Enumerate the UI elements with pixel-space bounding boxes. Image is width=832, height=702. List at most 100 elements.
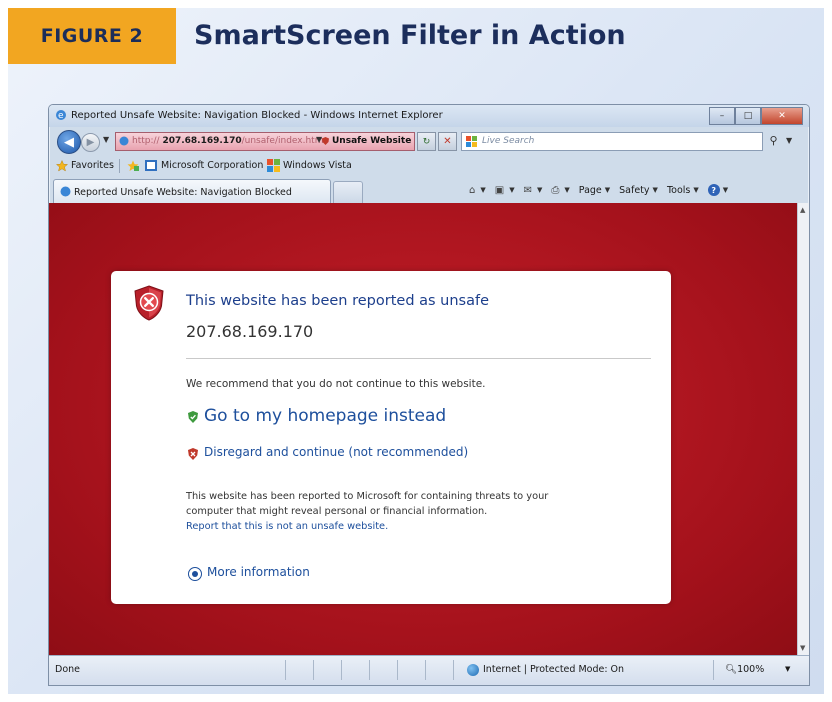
tab-row: Reported Unsafe Website: Navigation Bloc…	[49, 177, 809, 204]
minimize-button[interactable]: –	[709, 107, 735, 125]
tab-active[interactable]: Reported Unsafe Website: Navigation Bloc…	[53, 179, 331, 204]
page-menu[interactable]: Page	[579, 185, 602, 196]
command-bar: ⌂ ▼ ▣ ▼ ✉ ▼ ⎙ ▼ Page ▼ Safety ▼ Tools ▼ ? ▼	[469, 184, 737, 196]
page-menu-arrow: ▼	[604, 186, 611, 194]
more-information-link[interactable]: More information	[207, 565, 310, 579]
close-button[interactable]: ✕	[761, 107, 803, 125]
warning-description: This website has been reported to Micros…	[186, 489, 656, 534]
add-favorite-icon[interactable]	[127, 160, 139, 172]
search-input[interactable]: Live Search	[461, 132, 763, 151]
address-toolbar: ◀ ▶ ▼ http:// 207.68.169.170/unsafe/inde…	[49, 127, 809, 155]
window-titlebar: e Reported Unsafe Website: Navigation Bl…	[49, 105, 809, 127]
zoom-level[interactable]: 🔍︎100%	[725, 664, 764, 675]
status-bar: Done Internet | Protected Mode: On 🔍︎100…	[49, 655, 809, 685]
zoom-value: 100%	[737, 664, 765, 675]
print-dropdown[interactable]: ▼	[564, 186, 569, 194]
favorite-link-windows-vista[interactable]: Windows Vista	[283, 160, 352, 171]
description-line: computer that might reveal personal or f…	[186, 506, 488, 517]
status-divider	[453, 660, 454, 680]
url-path: /unsafe/index.htm	[241, 136, 324, 146]
live-search-icon	[466, 136, 477, 147]
forward-arrow-icon: ▶	[86, 137, 95, 148]
figure-panel: FIGURE 2 SmartScreen Filter in Action e …	[8, 8, 824, 694]
status-divider	[369, 660, 370, 680]
green-shield-icon	[188, 411, 198, 423]
feeds-icon[interactable]: ▣	[495, 185, 504, 196]
unsafe-shield-icon	[322, 137, 329, 145]
msn-icon	[145, 160, 157, 171]
internet-zone-icon	[467, 664, 479, 676]
tools-menu[interactable]: Tools	[667, 185, 690, 196]
tools-menu-arrow: ▼	[693, 186, 699, 194]
ie-page-icon	[60, 186, 71, 197]
refresh-button[interactable]: ↻	[417, 132, 436, 151]
mail-icon[interactable]: ✉	[524, 185, 532, 196]
status-divider	[425, 660, 426, 680]
help-dropdown[interactable]: ▼	[723, 186, 728, 194]
status-divider	[341, 660, 342, 680]
status-divider	[285, 660, 286, 680]
refresh-icon: ↻	[422, 136, 431, 147]
search-icon: ⚲	[769, 134, 778, 147]
url-prefix: http://	[132, 136, 160, 146]
zoom-dropdown[interactable]: ▼	[785, 665, 790, 673]
print-icon[interactable]: ⎙	[551, 185, 559, 196]
shield-error-icon	[134, 285, 164, 321]
page-icon	[119, 136, 129, 146]
stop-button[interactable]: ✕	[438, 132, 457, 151]
scroll-up-icon[interactable]: ▲	[800, 206, 805, 214]
figure-badge: FIGURE 2	[8, 8, 176, 64]
safety-menu-arrow: ▼	[652, 186, 658, 194]
search-options-dropdown[interactable]: ▼	[786, 136, 792, 145]
status-divider	[713, 660, 714, 680]
favorites-bar: Favorites Microsoft Corporation Windows …	[49, 155, 809, 177]
search-placeholder: Live Search	[482, 136, 535, 146]
svg-text:e: e	[58, 111, 64, 121]
blocked-address: 207.68.169.170	[186, 322, 314, 341]
tab-active-label: Reported Unsafe Website: Navigation Bloc…	[74, 187, 292, 198]
favorites-star-icon	[56, 160, 68, 172]
zoom-icon: 🔍︎	[725, 664, 738, 675]
favorites-button[interactable]: Favorites	[71, 160, 114, 171]
back-arrow-icon: ◀	[64, 134, 74, 150]
recommendation-text: We recommend that you do not continue to…	[186, 378, 486, 390]
safety-menu[interactable]: Safety	[619, 185, 649, 196]
home-icon[interactable]: ⌂	[469, 185, 475, 196]
feeds-dropdown[interactable]: ▼	[509, 186, 514, 194]
report-not-unsafe-link[interactable]: Report that this is not an unsafe websit…	[186, 519, 656, 534]
scroll-down-icon[interactable]: ▼	[800, 644, 805, 652]
back-button[interactable]: ◀	[57, 130, 81, 154]
figure-header: FIGURE 2 SmartScreen Filter in Action	[8, 8, 824, 64]
status-text: Done	[55, 664, 80, 675]
url-text: http:// 207.68.169.170/unsafe/index.htm	[132, 136, 323, 146]
warning-title: This website has been reported as unsafe	[186, 293, 490, 309]
description-line: This website has been reported to Micros…	[186, 491, 549, 502]
go-to-homepage-link[interactable]: Go to my homepage instead	[204, 406, 446, 426]
new-tab-button[interactable]	[333, 181, 363, 203]
home-dropdown[interactable]: ▼	[480, 186, 485, 194]
help-icon[interactable]: ?	[707, 184, 720, 196]
red-shield-icon	[188, 448, 198, 460]
address-input[interactable]: http:// 207.68.169.170/unsafe/index.htm …	[115, 132, 415, 151]
window-title: Reported Unsafe Website: Navigation Bloc…	[71, 110, 443, 121]
windows-flag-icon	[267, 159, 280, 172]
figure-title: SmartScreen Filter in Action	[194, 20, 626, 51]
recent-pages-dropdown[interactable]: ▼	[103, 135, 109, 144]
stop-icon: ✕	[443, 136, 452, 147]
search-button[interactable]: ⚲	[765, 132, 782, 149]
window-controls: – □ ✕	[709, 107, 803, 125]
favorite-link-microsoft[interactable]: Microsoft Corporation	[161, 160, 263, 171]
mail-dropdown[interactable]: ▼	[537, 186, 542, 194]
ie-logo-icon: e	[56, 110, 66, 121]
security-zone[interactable]: Internet | Protected Mode: On	[483, 664, 624, 675]
favorites-separator	[119, 159, 120, 173]
vertical-scrollbar[interactable]: ▲ ▼	[797, 203, 809, 655]
expand-more-info-icon[interactable]	[188, 567, 202, 581]
warning-divider	[186, 358, 651, 359]
forward-button[interactable]: ▶	[81, 133, 100, 152]
unsafe-website-status[interactable]: Unsafe Website	[332, 136, 411, 146]
warning-card: This website has been reported as unsafe…	[111, 271, 671, 604]
status-divider	[313, 660, 314, 680]
maximize-button[interactable]: □	[735, 107, 761, 125]
disregard-continue-link[interactable]: Disregard and continue (not recommended)	[204, 445, 468, 459]
